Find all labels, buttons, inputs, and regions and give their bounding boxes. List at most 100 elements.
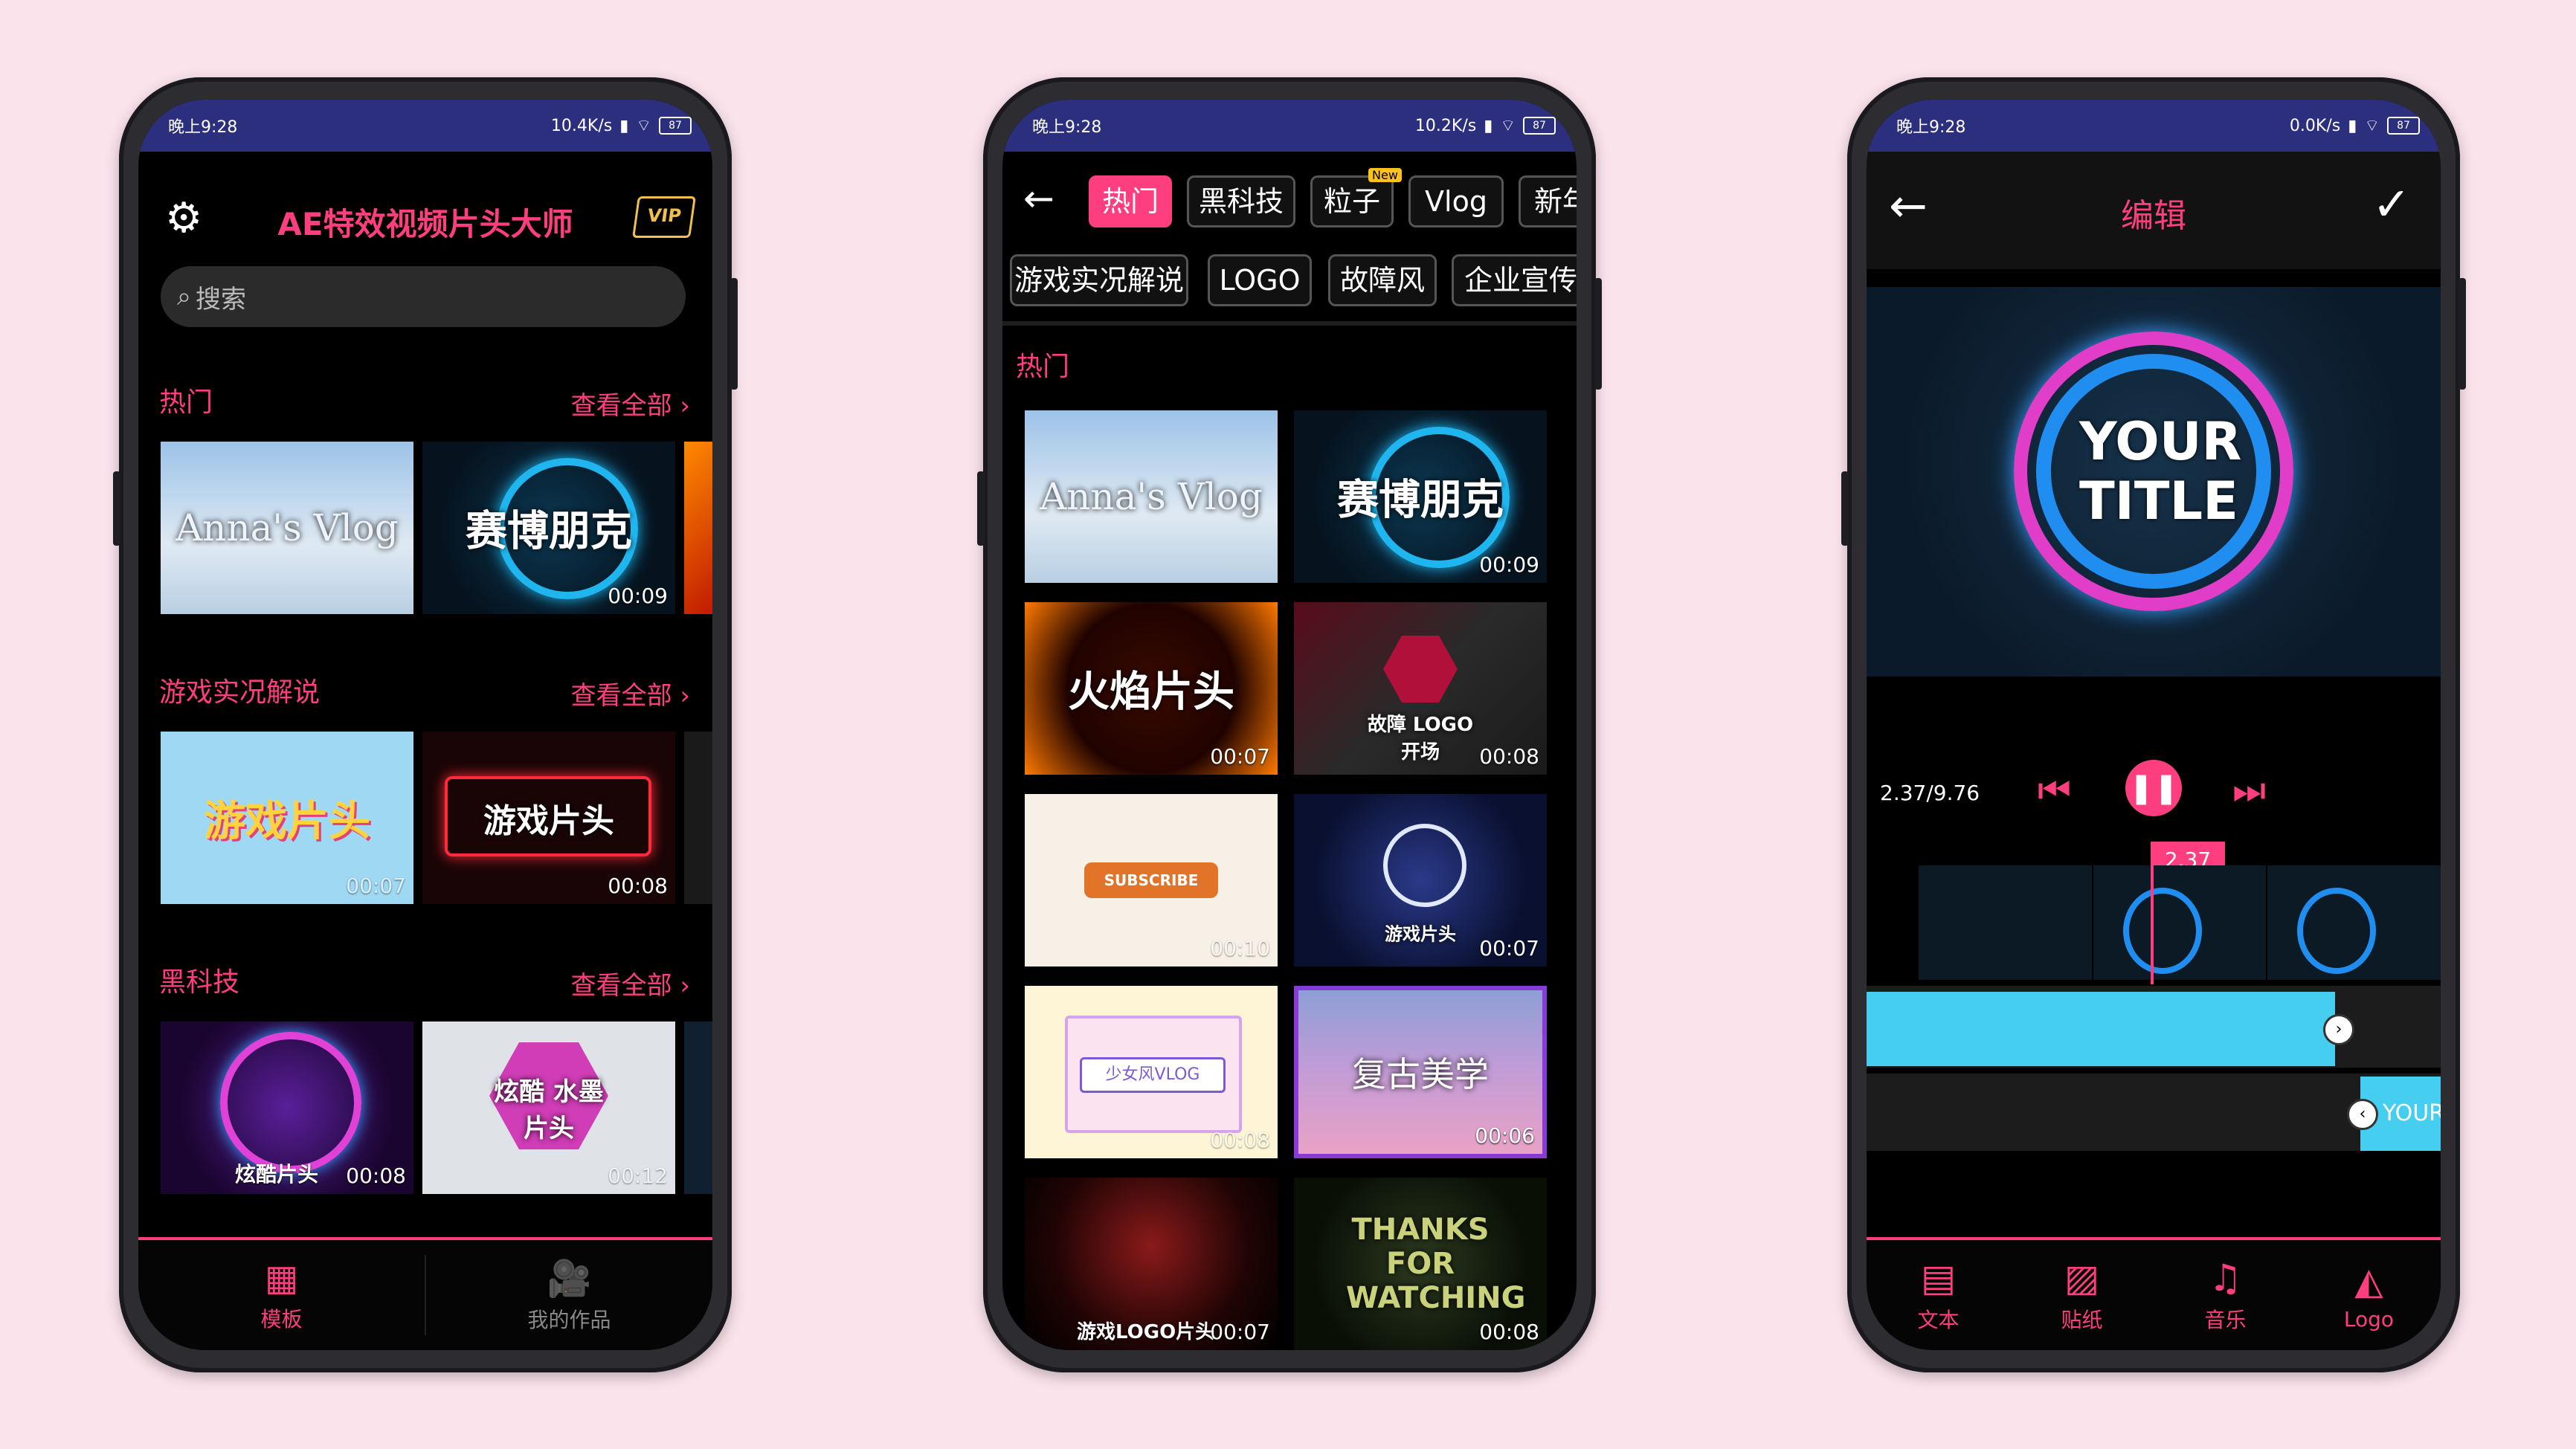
card-duration: 00:06 xyxy=(1475,1123,1535,1148)
tool-music[interactable]: ♫ 音乐 xyxy=(2154,1240,2297,1350)
net-speed: 10.4K/s xyxy=(550,116,613,135)
search-box-graphic: 少女风VLOG xyxy=(1080,1057,1226,1093)
section-title: 热门 xyxy=(1016,352,1070,382)
template-card[interactable]: Anna's Vlog xyxy=(1025,410,1278,583)
template-card[interactable]: 游戏片头 00:08 xyxy=(422,732,675,904)
camera-icon: 🎥 xyxy=(547,1257,592,1300)
template-card[interactable]: 游戏片头 00:07 xyxy=(161,732,413,904)
chip-game[interactable]: 游戏实况解说 xyxy=(1010,254,1188,306)
see-all-tech[interactable]: 查看全部 › xyxy=(571,965,690,1001)
status-bar: 晚上9:28 0.0K/s ▮ ⌔ 87 xyxy=(1867,100,2441,152)
chip-tech[interactable]: 黑科技 xyxy=(1187,175,1295,227)
skip-forward-icon[interactable]: ⏭ xyxy=(2232,769,2266,813)
card-duration: 00:08 xyxy=(1210,1128,1270,1152)
chip-particle[interactable]: 粒子 xyxy=(1310,175,1394,227)
phone-category: 晚上9:28 10.2K/s ▮ ⌔ 87 ← 热门 黑科技 粒子 New Vlog … xyxy=(977,77,1602,1372)
template-card[interactable]: 复古美学 00:06 xyxy=(1294,986,1547,1158)
status-time: 晚上9:28 xyxy=(1032,118,1102,137)
search-bar[interactable]: ⌕ 搜索 xyxy=(161,266,686,327)
section-title-tech: 黑科技 xyxy=(159,967,240,998)
chip-newyear[interactable]: 新年 xyxy=(1519,175,1577,227)
card-duration: 00:08 xyxy=(608,874,668,898)
tool-bar: ▤ 文本 ▨ 贴纸 ♫ 音乐 ◭ Logo xyxy=(1867,1237,2441,1350)
tool-logo[interactable]: ◭ Logo xyxy=(2297,1240,2441,1350)
template-card-partial[interactable] xyxy=(684,732,712,904)
net-speed: 10.2K/s xyxy=(1414,116,1477,135)
phone-home: 晚上9:28 10.4K/s ▮ ⌔ 87 ⚙ AE特效视频片头大师 VIP ⌕ 搜索… xyxy=(113,77,738,1372)
track-handle-icon[interactable]: › xyxy=(2323,1014,2354,1045)
card-duration: 00:10 xyxy=(1210,936,1270,961)
ring-frame xyxy=(2297,888,2377,974)
card-title: 赛博朋克 xyxy=(466,507,632,556)
template-card[interactable]: 故障 LOGO开场 00:08 xyxy=(1294,602,1547,775)
see-all-hot[interactable]: 查看全部 › xyxy=(571,385,690,422)
subscribe-button-graphic: SUBSCRIBE xyxy=(1084,862,1218,898)
vip-label: VIP xyxy=(645,205,683,226)
template-card[interactable]: 游戏片头 00:07 xyxy=(1294,794,1547,966)
template-card[interactable]: THANKS FOR WATCHING 00:08 xyxy=(1294,1178,1547,1350)
card-title: Anna's Vlog xyxy=(176,506,399,549)
nav-my-works[interactable]: 🎥 我的作品 xyxy=(426,1240,712,1350)
template-card[interactable]: 赛博朋克 00:09 xyxy=(422,442,675,614)
signal-icon: ▮ xyxy=(2348,116,2357,135)
template-card[interactable]: 炫酷 水墨片头 00:12 xyxy=(422,1022,675,1194)
card-title: 游戏片头 xyxy=(483,802,614,840)
music-track[interactable] xyxy=(1867,992,2335,1066)
template-card[interactable]: 赛博朋克 00:09 xyxy=(1294,410,1547,583)
section-title-hot: 热门 xyxy=(159,387,213,418)
card-duration: 00:09 xyxy=(1479,552,1539,577)
template-card[interactable]: 炫酷片头 00:08 xyxy=(161,1022,413,1194)
app-title: AE特效视频片头大师 xyxy=(277,206,573,242)
header-divider xyxy=(1002,321,1577,326)
template-card[interactable]: SUBSCRIBE 00:10 xyxy=(1025,794,1278,966)
template-card-partial[interactable] xyxy=(684,1022,712,1194)
frame-strip[interactable] xyxy=(1919,865,2441,980)
see-all-game[interactable]: 查看全部 › xyxy=(571,675,690,711)
editor-header: ← 编辑 ✓ xyxy=(1867,152,2441,269)
confirm-check-icon[interactable]: ✓ xyxy=(2372,177,2411,231)
card-title: Anna's Vlog xyxy=(1040,475,1263,518)
back-arrow-icon[interactable]: ← xyxy=(1023,177,1054,220)
tool-sticker[interactable]: ▨ 贴纸 xyxy=(2010,1240,2154,1350)
video-preview[interactable]: YOUR TITLE xyxy=(1867,287,2441,677)
card-title: THANKS FOR WATCHING xyxy=(1346,1213,1526,1315)
pause-button[interactable]: ❚❚ xyxy=(2125,760,2182,816)
search-input[interactable]: 搜索 xyxy=(196,279,246,315)
section-title-game: 游戏实况解说 xyxy=(159,677,321,708)
template-card[interactable]: 游戏LOGO片头 00:07 xyxy=(1025,1178,1278,1350)
image-icon: ▨ xyxy=(2064,1256,2100,1300)
chip-vlog[interactable]: Vlog xyxy=(1408,175,1504,227)
vip-icon[interactable]: VIP xyxy=(632,196,696,238)
template-card-partial[interactable] xyxy=(684,442,712,614)
card-title: 火焰片头 xyxy=(1068,668,1234,717)
chip-glitch[interactable]: 故障风 xyxy=(1328,254,1437,306)
card-title: 游戏片头 xyxy=(204,797,370,846)
chip-hot[interactable]: 热门 xyxy=(1089,175,1172,227)
editor-title: 编辑 xyxy=(2121,197,2186,235)
wifi-icon: ⌔ xyxy=(2364,117,2380,135)
battery-icon: 87 xyxy=(659,117,692,135)
preview-title-text: YOUR TITLE xyxy=(2079,411,2242,532)
hexagon-graphic xyxy=(1383,636,1458,703)
ring-graphic xyxy=(1383,824,1466,907)
card-duration: 00:08 xyxy=(346,1164,406,1188)
nav-templates[interactable]: ▦ 模板 xyxy=(138,1240,425,1350)
tool-text[interactable]: ▤ 文本 xyxy=(1867,1240,2010,1350)
net-speed: 0.0K/s xyxy=(2289,116,2341,135)
status-time: 晚上9:28 xyxy=(1896,118,1966,137)
card-duration: 00:12 xyxy=(608,1164,668,1188)
skip-back-icon[interactable]: ⏮ xyxy=(2038,769,2071,813)
template-card[interactable]: 火焰片头 00:07 xyxy=(1025,602,1278,775)
template-card[interactable]: 少女风VLOG 00:08 xyxy=(1025,986,1278,1158)
signal-icon: ▮ xyxy=(619,116,629,135)
wifi-icon: ⌔ xyxy=(636,117,651,135)
card-duration: 00:08 xyxy=(1479,744,1539,769)
card-title: 游戏LOGO片头 xyxy=(1077,1321,1215,1343)
clip-handle-icon[interactable]: ‹ xyxy=(2347,1099,2378,1130)
wifi-icon: ⌔ xyxy=(1500,117,1516,135)
chip-enterprise[interactable]: 企业宣传 xyxy=(1452,254,1577,306)
chip-logo[interactable]: LOGO xyxy=(1208,254,1312,306)
template-card[interactable]: Anna's Vlog xyxy=(161,442,413,614)
battery-icon: 87 xyxy=(1523,117,1556,135)
playhead-line[interactable] xyxy=(2151,865,2154,984)
